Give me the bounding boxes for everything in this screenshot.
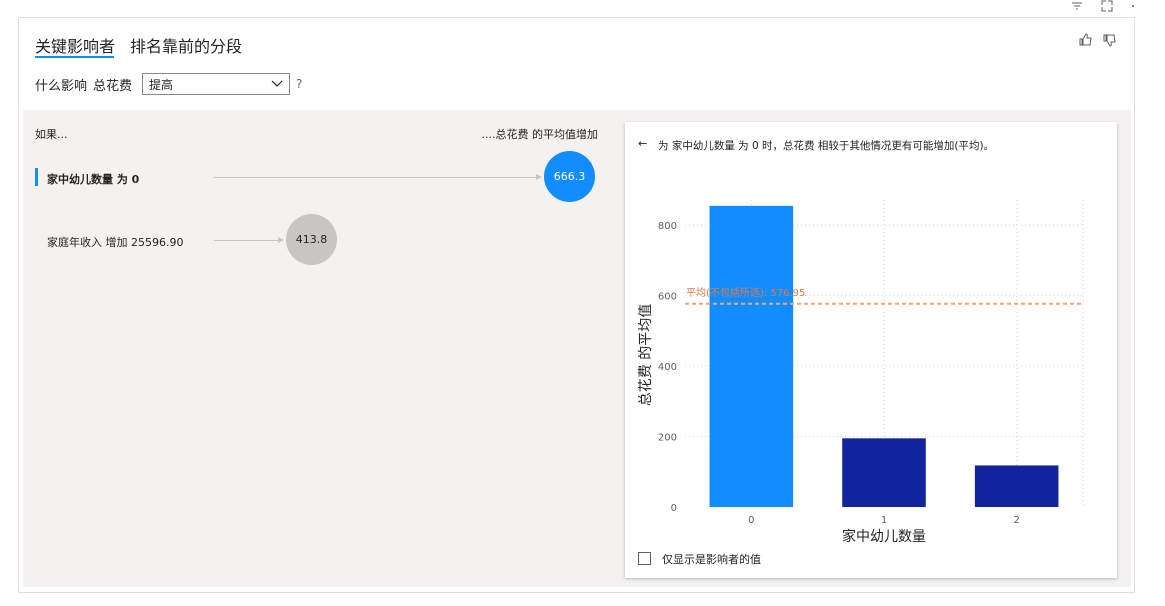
influencer-bubble[interactable]: 666.3 — [544, 151, 595, 202]
y-tick-label: 0 — [671, 503, 677, 514]
x-axis-title: 家中幼儿数量 — [842, 528, 926, 545]
bar-1[interactable] — [842, 438, 926, 507]
tab-top-segments[interactable]: 排名靠前的分段 — [130, 33, 242, 57]
active-tab-underline — [35, 56, 114, 58]
x-tick-label: 0 — [748, 515, 754, 526]
detail-bar-chart: 平均(不包括所选): 576.95 0 200 400 600 800 0 1 2 总花费 的… — [638, 200, 1084, 545]
thumbs-down-icon[interactable] — [1103, 33, 1117, 51]
arrow-head-icon — [536, 174, 542, 180]
bar-0[interactable] — [709, 205, 794, 507]
what-influences-row: 什么影响 总花费 提高 ? — [35, 73, 302, 95]
what-influences-label: 什么影响 — [35, 78, 88, 94]
bar-2[interactable] — [974, 465, 1059, 507]
influencer-bubble[interactable]: 413.8 — [286, 214, 337, 265]
tab-key-influencers[interactable]: 关键影响者 — [35, 33, 115, 57]
detail-description: 为 家中幼儿数量 为 0 时，总花费 相较于其他情况更有可能增加(平均)。 — [658, 140, 995, 152]
y-axis-title: 总花费 的平均值 — [638, 304, 654, 406]
influencer-label[interactable]: 家庭年收入 增加 25596.90 — [47, 234, 183, 250]
selected-indicator — [35, 168, 38, 186]
thumbs-up-icon[interactable] — [1079, 33, 1093, 51]
chevron-down-icon — [271, 77, 283, 91]
x-tick-label: 2 — [1013, 515, 1019, 526]
influencer-connector — [214, 177, 538, 178]
arrow-head-icon — [278, 237, 284, 243]
if-header: 如果... — [35, 128, 68, 141]
back-arrow-icon[interactable]: ← — [638, 137, 647, 150]
show-influencer-values-checkbox[interactable] — [638, 552, 651, 565]
reference-line-label: 平均(不包括所选): 576.95 — [686, 286, 805, 299]
influencer-label[interactable]: 家中幼儿数量 为 0 — [47, 171, 139, 187]
target-field-label: 总花费 — [93, 78, 133, 94]
y-tick-label: 800 — [658, 221, 677, 232]
direction-selected-value: 提高 — [149, 77, 174, 92]
filter-icon[interactable] — [1071, 0, 1083, 14]
y-tick-label: 200 — [658, 433, 677, 444]
y-tick-label: 400 — [658, 362, 677, 373]
help-icon[interactable]: ? — [296, 77, 302, 91]
y-tick-label: 600 — [658, 292, 677, 303]
influencer-connector — [214, 240, 280, 241]
x-tick-label: 1 — [881, 515, 887, 526]
checkbox-label: 仅显示是影响者的值 — [662, 553, 761, 566]
then-header: ....总花费 的平均值增加 — [481, 128, 598, 141]
direction-dropdown[interactable]: 提高 — [142, 73, 291, 95]
more-options-icon[interactable] — [1131, 0, 1135, 15]
focus-mode-icon[interactable] — [1101, 0, 1113, 15]
visual-header — [1071, 0, 1135, 14]
